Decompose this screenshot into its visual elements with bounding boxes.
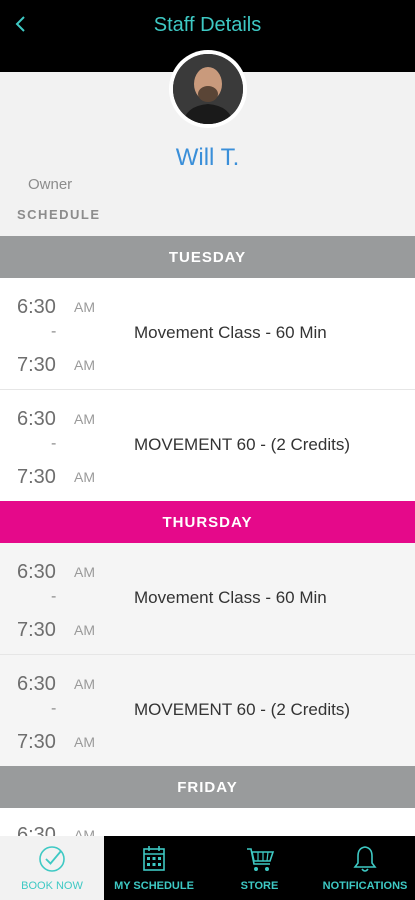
tab-notifications[interactable]: NOTIFICATIONS: [315, 836, 415, 900]
time-separator: -: [51, 700, 57, 717]
day-header-friday: FRIDAY: [0, 766, 415, 808]
class-row[interactable]: 6:30 AM - 7:30 AM MOVEMENT 60 - (2 Credi…: [0, 655, 415, 767]
page-title: Staff Details: [153, 14, 262, 36]
schedule-label: SCHEDULE: [17, 207, 101, 222]
class-name: MOVEMENT 60 - (2 Credits): [134, 700, 351, 719]
end-ampm: AM: [74, 622, 95, 638]
time-separator: -: [51, 435, 57, 452]
start-ampm: AM: [74, 676, 95, 692]
class-name: MOVEMENT 60 - (2 Credits): [134, 435, 351, 454]
cart-icon: [246, 848, 274, 871]
end-time: 7:30: [17, 619, 56, 641]
calendar-icon: [143, 846, 165, 871]
class-row[interactable]: 6:30 AM: [0, 808, 415, 836]
day-header-thursday: THURSDAY: [0, 501, 415, 543]
class-row[interactable]: 6:30 AM - 7:30 AM Movement Class - 60 Mi…: [0, 543, 415, 655]
end-ampm: AM: [74, 357, 95, 373]
tab-label: BOOK NOW: [21, 880, 83, 892]
tab-label: MY SCHEDULE: [114, 880, 194, 892]
check-circle-icon: [39, 846, 65, 872]
end-ampm: AM: [74, 469, 95, 485]
class-row[interactable]: 6:30 AM - 7:30 AM MOVEMENT 60 - (2 Credi…: [0, 390, 415, 502]
time-separator: -: [51, 323, 57, 340]
bottom-tab-bar: BOOK NOW MY SCHEDULE STORE NOTIFICATIONS: [0, 836, 415, 900]
staff-name: Will T.: [175, 144, 240, 171]
end-ampm: AM: [74, 734, 95, 750]
start-ampm: AM: [74, 411, 95, 427]
staff-photo: [173, 54, 243, 124]
end-time: 7:30: [17, 354, 56, 376]
tab-book-now[interactable]: BOOK NOW: [0, 836, 104, 900]
staff-role: Owner: [28, 176, 73, 193]
end-time: 7:30: [17, 731, 56, 753]
tab-label: STORE: [240, 880, 279, 892]
class-name: Movement Class - 60 Min: [134, 588, 327, 607]
start-time: 6:30: [17, 673, 56, 695]
start-ampm: AM: [74, 827, 95, 836]
tab-my-schedule[interactable]: MY SCHEDULE: [104, 836, 204, 900]
start-time: 6:30: [17, 408, 56, 430]
start-time: 6:30: [17, 561, 56, 583]
bell-icon: [353, 846, 377, 872]
class-name: Movement Class - 60 Min: [134, 323, 327, 342]
tab-store[interactable]: STORE: [204, 836, 315, 900]
start-ampm: AM: [74, 299, 95, 315]
tab-label: NOTIFICATIONS: [322, 880, 408, 892]
class-row[interactable]: 6:30 AM - 7:30 AM Movement Class - 60 Mi…: [0, 278, 415, 390]
time-separator: -: [51, 588, 57, 605]
end-time: 7:30: [17, 466, 56, 488]
staff-profile: Will T. Owner SCHEDULE: [0, 50, 415, 236]
start-time: 6:30: [17, 296, 56, 318]
start-time: 6:30: [17, 824, 56, 836]
day-header-tuesday: TUESDAY: [0, 236, 415, 278]
avatar: [169, 50, 247, 128]
start-ampm: AM: [74, 564, 95, 580]
